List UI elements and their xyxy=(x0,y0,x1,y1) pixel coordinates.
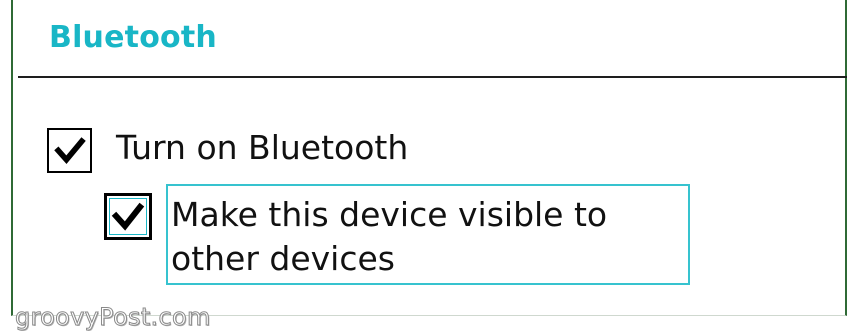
section-title: Bluetooth xyxy=(49,20,217,55)
checkmark-icon xyxy=(54,137,86,165)
turn-on-bluetooth-label[interactable]: Turn on Bluetooth xyxy=(116,127,408,169)
section-divider xyxy=(18,76,847,78)
watermark: groovyPost.com xyxy=(15,303,211,332)
visible-to-other-devices-label[interactable]: Make this device visible to other device… xyxy=(171,193,686,281)
checkmark-icon xyxy=(111,202,145,231)
turn-on-bluetooth-checkbox[interactable] xyxy=(47,128,92,173)
visible-to-other-devices-checkbox[interactable] xyxy=(104,193,152,240)
